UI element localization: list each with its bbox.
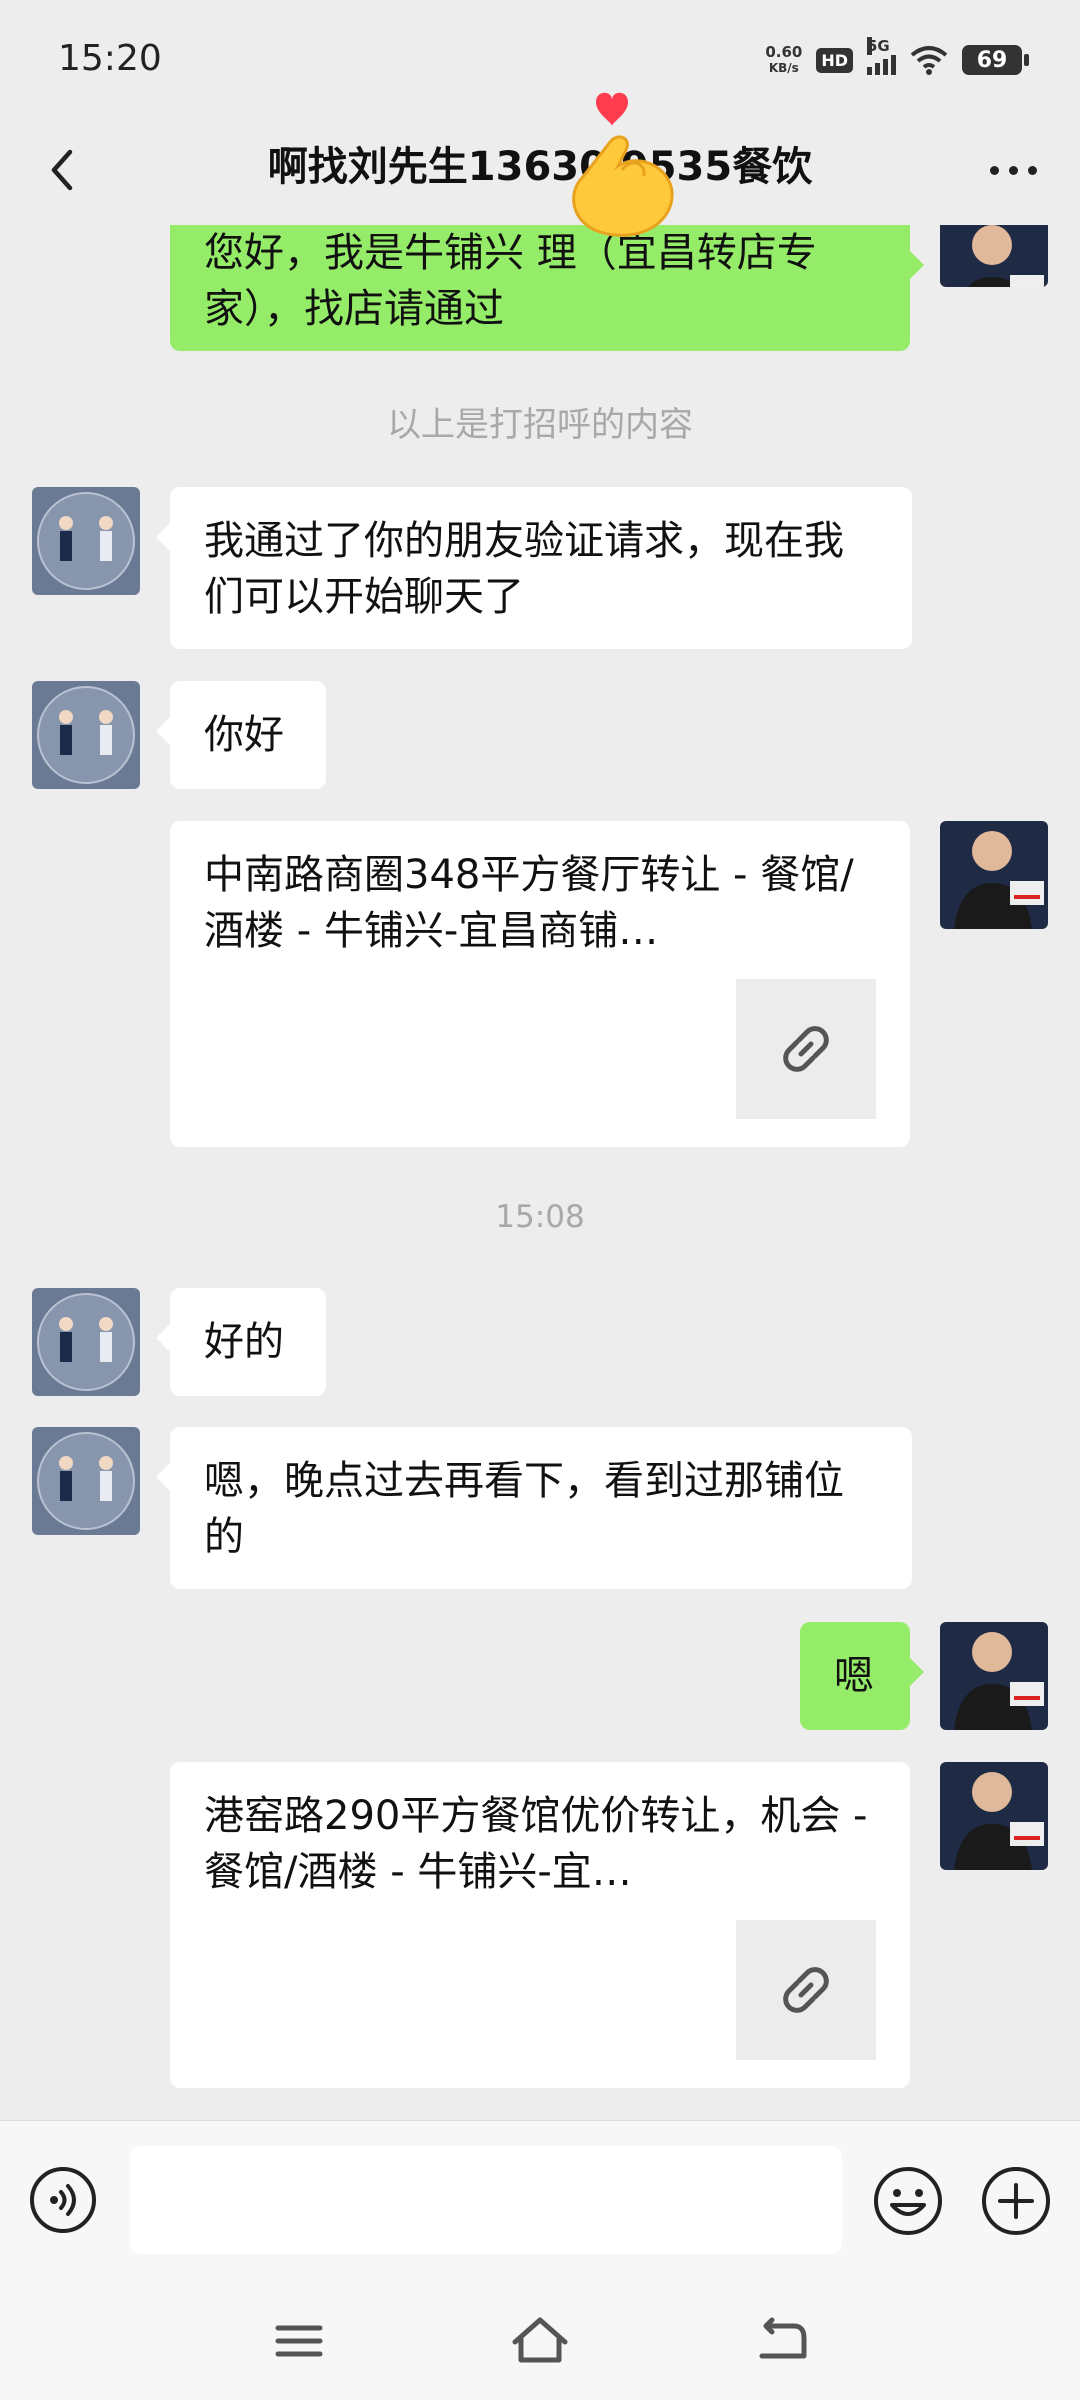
wifi-icon	[910, 46, 948, 75]
network-type: 5G	[867, 37, 890, 55]
my-avatar[interactable]	[940, 225, 1048, 287]
my-avatar[interactable]	[940, 821, 1048, 929]
message-input[interactable]	[130, 2146, 842, 2254]
status-bar: 15:20 0.60 KB/s HD 5G 69	[0, 0, 1080, 120]
incoming-message-bubble[interactable]: 好的	[156, 1288, 326, 1396]
link-icon	[783, 1026, 829, 1072]
link-card[interactable]: 中南路商圈348平方餐厅转让 - 餐馆/酒楼 - 牛铺兴-宜昌商铺…	[170, 821, 910, 1147]
hd-icon: HD	[816, 47, 853, 73]
my-avatar[interactable]	[940, 1622, 1048, 1730]
back-icon[interactable]	[748, 2308, 814, 2374]
message-list[interactable]: 您好，我是牛铺兴 理（宜昌转店专家），找店请通过 以上是打招呼的内容 我通过了你…	[0, 225, 1080, 2120]
link-thumbnail	[736, 1920, 876, 2060]
outgoing-message-bubble[interactable]: 嗯	[800, 1622, 924, 1730]
menu-icon[interactable]	[266, 2308, 332, 2374]
plus-icon[interactable]	[980, 2165, 1052, 2237]
link-card-title: 港窑路290平方餐馆优价转让，机会 - 餐馆/酒楼 - 牛铺兴-宜…	[204, 1793, 868, 1895]
chat-header: 啊找刘先生13630 9535餐饮	[0, 120, 1080, 225]
more-icon[interactable]	[978, 140, 1048, 200]
home-icon[interactable]	[507, 2308, 573, 2374]
net-speed: 0.60 KB/s	[765, 44, 802, 76]
battery-level: 69	[976, 47, 1008, 73]
voice-icon[interactable]	[28, 2165, 98, 2235]
chevron-left-icon[interactable]	[36, 140, 96, 200]
status-time: 15:20	[58, 38, 162, 79]
incoming-message-bubble[interactable]: 我通过了你的朋友验证请求，现在我们可以开始聊天了	[156, 487, 912, 649]
contact-avatar[interactable]	[32, 681, 140, 789]
net-speed-unit: KB/s	[768, 61, 799, 75]
battery-icon: 69	[962, 45, 1029, 75]
link-card[interactable]: 港窑路290平方餐馆优价转让，机会 - 餐馆/酒楼 - 牛铺兴-宜…	[170, 1762, 910, 2088]
greeting-notice: 以上是打招呼的内容	[387, 405, 693, 445]
input-bar	[0, 2120, 1080, 2281]
link-icon	[783, 1967, 829, 2013]
my-avatar[interactable]	[940, 1762, 1048, 1870]
link-thumbnail	[736, 979, 876, 1119]
contact-avatar[interactable]	[32, 1288, 140, 1396]
link-card-title: 中南路商圈348平方餐厅转让 - 餐馆/酒楼 - 牛铺兴-宜昌商铺…	[204, 852, 854, 954]
system-nav-bar	[0, 2280, 1080, 2400]
cellular-signal-icon: 5G	[867, 37, 896, 75]
net-speed-value: 0.60	[765, 43, 803, 61]
contact-avatar[interactable]	[32, 1427, 140, 1535]
finger-heart-emoji-icon	[572, 92, 674, 237]
incoming-message-bubble[interactable]: 嗯，晚点过去再看下，看到过那铺位的	[156, 1427, 912, 1589]
emoji-icon[interactable]	[872, 2165, 944, 2237]
status-icons: 0.60 KB/s HD 5G 69	[765, 37, 1029, 80]
outgoing-message-bubble[interactable]: 您好，我是牛铺兴 理（宜昌转店专家），找店请通过	[170, 225, 924, 351]
timestamp: 15:08	[495, 1199, 585, 1235]
chat-title: 啊找刘先生13630 9535餐饮	[267, 144, 813, 190]
incoming-message-bubble[interactable]: 你好	[156, 681, 326, 789]
contact-avatar[interactable]	[32, 487, 140, 595]
